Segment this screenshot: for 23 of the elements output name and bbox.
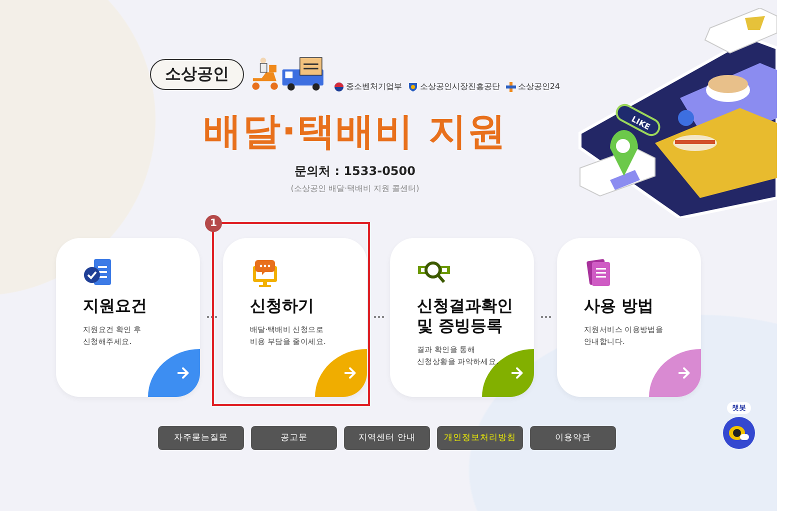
organization-name: 중소벤처기업부 <box>346 81 402 92</box>
footer-link-button[interactable]: 이용약관 <box>530 426 616 450</box>
card-title: 신청결과확인 및 증빙등록 <box>417 296 514 336</box>
footer-link-button[interactable]: 지역센터 안내 <box>344 426 430 450</box>
taegeuk-icon <box>334 82 344 92</box>
footer-link-button[interactable]: 자주묻는질문 <box>158 426 244 450</box>
page-title: 배달·택배비 지원 <box>204 108 506 155</box>
card-title: 지원요건 <box>83 296 148 316</box>
arrow-right-icon <box>342 365 358 381</box>
card-title: 신청하기 <box>250 296 315 316</box>
footer-link-button[interactable]: 공고문 <box>251 426 337 450</box>
brand-badge: 소상공인 <box>150 59 244 90</box>
robot-chat-icon <box>728 424 750 442</box>
step-marker: 1 <box>205 215 222 232</box>
card-title: 사용 방법 <box>584 296 655 316</box>
contact-number: 문의처 : 1533-0500 <box>294 163 416 180</box>
footer-link-button[interactable]: 개인정보처리방침 <box>437 426 523 450</box>
plus-logo-icon <box>506 82 516 92</box>
shield-icon <box>408 82 418 92</box>
chatbot-button[interactable] <box>723 417 755 449</box>
organization-name: 소상공인24 <box>518 81 560 92</box>
organization-name: 소상공인시장진흥공단 <box>420 81 500 92</box>
contact-note: (소상공인 배달·택배비 지원 콜센터) <box>290 183 420 194</box>
